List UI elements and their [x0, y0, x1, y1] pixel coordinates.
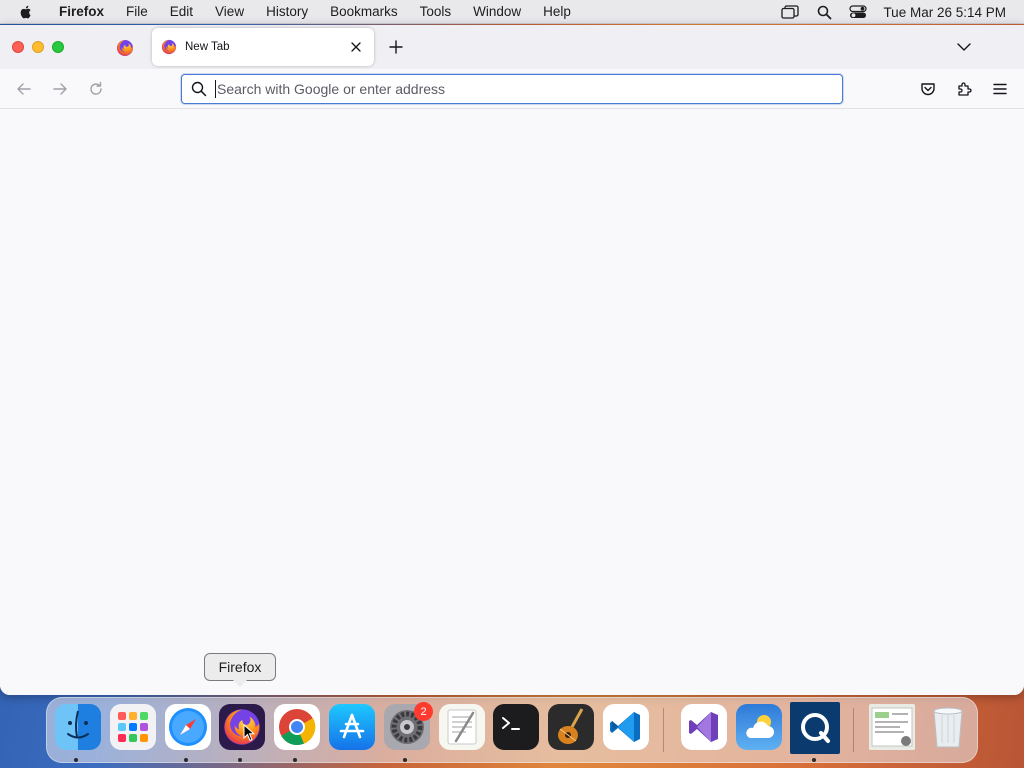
- menu-window[interactable]: Window: [462, 0, 532, 24]
- tab-strip: New Tab: [0, 25, 1024, 69]
- menu-view[interactable]: View: [204, 0, 255, 24]
- running-indicator-chrome: [293, 758, 297, 762]
- control-center-icon[interactable]: [843, 0, 873, 24]
- vscode-icon[interactable]: [603, 704, 649, 750]
- new-tab-button[interactable]: [384, 35, 408, 59]
- quicktime-icon[interactable]: [790, 702, 840, 754]
- firefox-view-icon[interactable]: [116, 39, 134, 57]
- settings-notification-badge: 2: [414, 702, 433, 721]
- menu-history[interactable]: History: [255, 0, 319, 24]
- reload-button[interactable]: [84, 77, 108, 101]
- mouse-cursor-icon: [243, 723, 256, 742]
- menu-tools[interactable]: Tools: [409, 0, 463, 24]
- apple-menu-icon[interactable]: [18, 4, 36, 20]
- fullscreen-window-button[interactable]: [52, 41, 64, 53]
- textedit-icon[interactable]: [439, 704, 485, 750]
- finder-icon[interactable]: [55, 704, 101, 750]
- app-menu-button[interactable]: [988, 77, 1012, 101]
- dock-separator: [853, 708, 854, 752]
- running-indicator-finder: [74, 758, 78, 762]
- close-tab-button[interactable]: [344, 35, 368, 59]
- url-bar[interactable]: [181, 74, 843, 104]
- visual-studio-icon[interactable]: [681, 704, 727, 750]
- launchpad-icon[interactable]: [110, 704, 156, 750]
- weather-icon[interactable]: [736, 704, 782, 750]
- safari-icon[interactable]: [165, 704, 211, 750]
- running-indicator-safari: [184, 758, 188, 762]
- downloads-stack-icon[interactable]: [869, 704, 915, 750]
- menu-file[interactable]: File: [115, 0, 159, 24]
- list-all-tabs-button[interactable]: [952, 35, 976, 59]
- firefox-icon[interactable]: [219, 704, 265, 750]
- menu-help[interactable]: Help: [532, 0, 582, 24]
- dock-separator: [663, 708, 664, 752]
- running-indicator-settings: [403, 758, 407, 762]
- minimize-window-button[interactable]: [32, 41, 44, 53]
- app-store-icon[interactable]: [329, 704, 375, 750]
- menu-bar: Firefox File Edit View History Bookmarks…: [0, 0, 1024, 24]
- tooltip-arrow: [233, 680, 247, 687]
- search-icon: [191, 81, 207, 97]
- firefox-favicon-icon: [161, 39, 177, 55]
- address-input[interactable]: [215, 80, 842, 98]
- page-content[interactable]: [0, 110, 1024, 695]
- dock-tooltip: Firefox: [204, 653, 276, 681]
- running-indicator-quicktime: [812, 758, 816, 762]
- firefox-window: New Tab: [0, 25, 1024, 695]
- running-indicator-firefox: [238, 758, 242, 762]
- garageband-icon[interactable]: [548, 704, 594, 750]
- back-button[interactable]: [12, 77, 36, 101]
- menu-bookmarks[interactable]: Bookmarks: [319, 0, 409, 24]
- menu-app-name[interactable]: Firefox: [48, 0, 115, 24]
- window-controls: [12, 41, 64, 53]
- chrome-icon[interactable]: [274, 704, 320, 750]
- trash-icon[interactable]: [925, 704, 971, 750]
- screen-mirroring-icon[interactable]: [775, 0, 805, 24]
- dock: [46, 697, 978, 763]
- extensions-button[interactable]: [952, 77, 976, 101]
- terminal-icon[interactable]: [493, 704, 539, 750]
- forward-button[interactable]: [48, 77, 72, 101]
- spotlight-search-icon[interactable]: [809, 0, 839, 24]
- navigation-toolbar: [0, 69, 1024, 109]
- menubar-clock[interactable]: Tue Mar 26 5:14 PM: [883, 5, 1006, 20]
- tab-title: New Tab: [185, 41, 230, 53]
- close-window-button[interactable]: [12, 41, 24, 53]
- pocket-button[interactable]: [916, 77, 940, 101]
- menu-edit[interactable]: Edit: [159, 0, 204, 24]
- tab-new-tab[interactable]: New Tab: [152, 28, 374, 66]
